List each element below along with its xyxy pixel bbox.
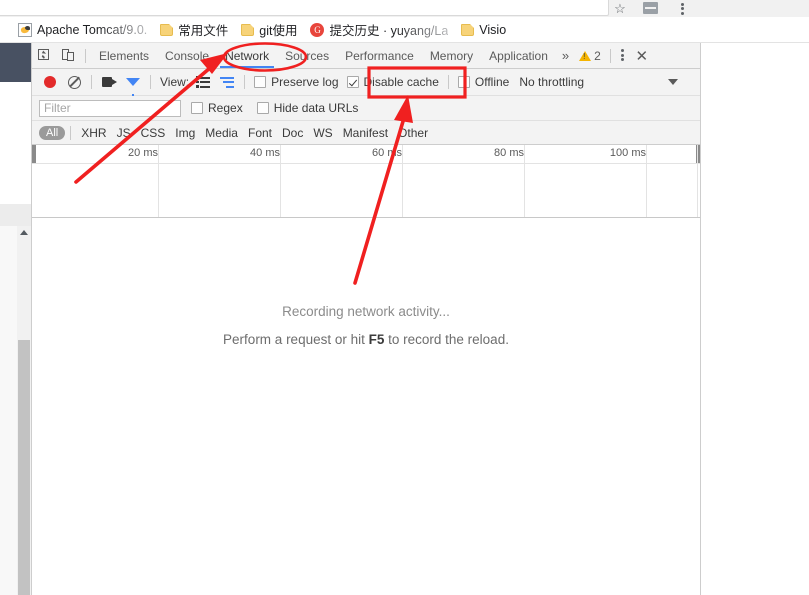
- annotation-arrow-to-disable-cache: [353, 95, 413, 285]
- screenshot-root: ☆ Apache Tomcat/9.0. 常用文件 git使用 G 提交历史 ·…: [0, 0, 809, 595]
- annotation-rect-disable-cache: [367, 66, 467, 99]
- annotation-ellipse-network: [222, 42, 308, 72]
- annotation-arrow-to-network: [74, 53, 228, 184]
- annotation-overlay: [74, 42, 467, 285]
